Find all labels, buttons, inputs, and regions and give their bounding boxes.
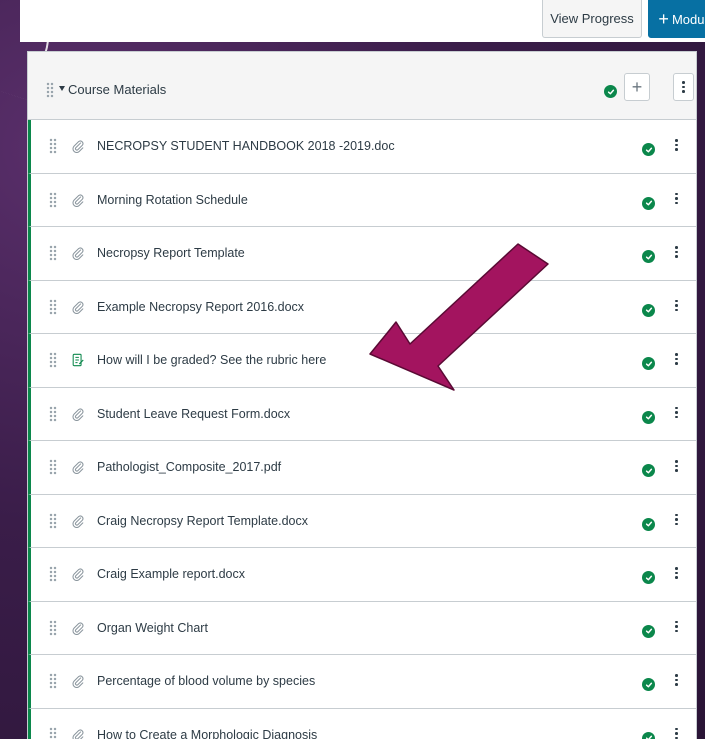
kebab-menu-icon[interactable] — [675, 139, 678, 151]
kebab-menu-icon[interactable] — [675, 299, 678, 311]
module-item-title[interactable]: NECROPSY STUDENT HANDBOOK 2018 -2019.doc — [97, 139, 395, 153]
module-toolbar: View Progress + Module — [20, 0, 705, 42]
plus-icon: + — [631, 76, 643, 97]
module-item-title[interactable]: Example Necropsy Report 2016.docx — [97, 300, 304, 314]
attachment-icon — [71, 514, 85, 528]
module-item[interactable]: Morning Rotation Schedule — [28, 173, 696, 227]
published-check-icon[interactable] — [604, 85, 617, 98]
drag-handle-icon[interactable] — [49, 512, 57, 529]
attachment-icon — [71, 139, 85, 154]
module-item[interactable]: NECROPSY STUDENT HANDBOOK 2018 -2019.doc — [28, 120, 696, 174]
published-check-icon[interactable] — [642, 517, 655, 531]
module-item-title[interactable]: How to Create a Morphologic Diagnosis — [97, 728, 317, 739]
module-item[interactable]: Percentage of blood volume by species — [28, 655, 696, 709]
kebab-menu-icon[interactable] — [675, 620, 678, 632]
attachment-icon — [71, 728, 85, 739]
drag-handle-icon[interactable] — [49, 566, 57, 582]
add-module-button[interactable]: + Module — [648, 0, 705, 38]
module-item-title[interactable]: Necropsy Report Template — [97, 246, 245, 260]
module-item-title[interactable]: Student Leave Request Form.docx — [97, 407, 290, 421]
kebab-menu-icon[interactable] — [675, 567, 678, 579]
drag-handle-icon[interactable] — [49, 673, 57, 689]
published-check-icon[interactable] — [642, 678, 655, 691]
published-check-icon[interactable] — [642, 624, 655, 638]
add-module-label: Module — [671, 11, 705, 27]
drag-handle-icon[interactable] — [46, 82, 54, 98]
kebab-menu-icon[interactable] — [675, 192, 678, 204]
plus-icon: + — [658, 9, 669, 29]
module-item[interactable]: Pathologist_Composite_2017.pdf — [28, 441, 696, 495]
attachment-icon — [71, 621, 85, 635]
published-check-icon[interactable] — [642, 143, 655, 156]
drag-handle-icon[interactable] — [49, 138, 57, 154]
published-check-icon[interactable] — [642, 357, 655, 370]
module-item[interactable]: How to Create a Morphologic Diagnosis — [28, 708, 696, 739]
published-check-icon[interactable] — [642, 196, 655, 210]
attachment-icon — [71, 300, 85, 314]
attachment-icon — [71, 674, 85, 689]
published-check-icon[interactable] — [642, 250, 655, 263]
module-item-title[interactable]: Pathologist_Composite_2017.pdf — [97, 460, 281, 474]
assignment-icon — [71, 353, 85, 367]
module-item-title[interactable]: Percentage of blood volume by species — [97, 674, 315, 688]
kebab-menu-icon[interactable] — [675, 353, 678, 365]
kebab-menu-icon[interactable] — [675, 460, 678, 472]
module-header[interactable]: Course Materials + — [28, 52, 696, 120]
drag-handle-icon[interactable] — [49, 298, 57, 315]
module-item-title[interactable]: Craig Necropsy Report Template.docx — [97, 514, 308, 528]
view-progress-button[interactable]: View Progress — [542, 0, 642, 38]
published-check-icon[interactable] — [642, 731, 655, 739]
drag-handle-icon[interactable] — [49, 352, 57, 368]
module-title: Course Materials — [68, 82, 167, 97]
kebab-menu-icon[interactable] — [675, 727, 678, 739]
module-item-title[interactable]: Morning Rotation Schedule — [97, 193, 248, 207]
module-menu-button[interactable] — [673, 73, 694, 101]
view-progress-label: View Progress — [550, 11, 634, 26]
attachment-icon — [71, 246, 85, 261]
module-items-list: NECROPSY STUDENT HANDBOOK 2018 -2019.doc… — [28, 120, 696, 739]
published-check-icon[interactable] — [642, 464, 655, 477]
attachment-icon — [71, 567, 85, 582]
drag-handle-icon[interactable] — [49, 619, 57, 636]
drag-handle-icon[interactable] — [49, 191, 57, 208]
published-check-icon[interactable] — [642, 410, 655, 424]
module-item-title[interactable]: Craig Example report.docx — [97, 567, 245, 581]
kebab-menu-icon[interactable] — [675, 246, 678, 258]
drag-handle-icon[interactable] — [49, 405, 57, 422]
published-check-icon[interactable] — [642, 303, 655, 317]
drag-handle-icon[interactable] — [49, 459, 57, 475]
drag-handle-icon[interactable] — [49, 245, 57, 261]
module-item[interactable]: Craig Necropsy Report Template.docx — [28, 494, 696, 548]
module-item-title[interactable]: Organ Weight Chart — [97, 621, 208, 635]
kebab-menu-icon[interactable] — [675, 674, 678, 686]
collapse-caret-icon[interactable] — [59, 86, 65, 91]
module-item-title[interactable]: How will I be graded? See the rubric her… — [97, 353, 326, 367]
attachment-icon — [71, 460, 85, 475]
module-item[interactable]: Craig Example report.docx — [28, 548, 696, 602]
kebab-menu-icon[interactable] — [675, 513, 678, 525]
module-item[interactable]: Organ Weight Chart — [28, 601, 696, 655]
published-check-icon[interactable] — [642, 571, 655, 584]
attachment-icon — [71, 193, 85, 207]
attachment-icon — [71, 407, 85, 421]
add-item-button[interactable]: + — [624, 73, 650, 101]
kebab-menu-icon[interactable] — [675, 406, 678, 418]
pointer-arrow-annotation — [369, 243, 549, 391]
kebab-menu-icon — [682, 81, 685, 93]
drag-handle-icon[interactable] — [49, 726, 57, 739]
